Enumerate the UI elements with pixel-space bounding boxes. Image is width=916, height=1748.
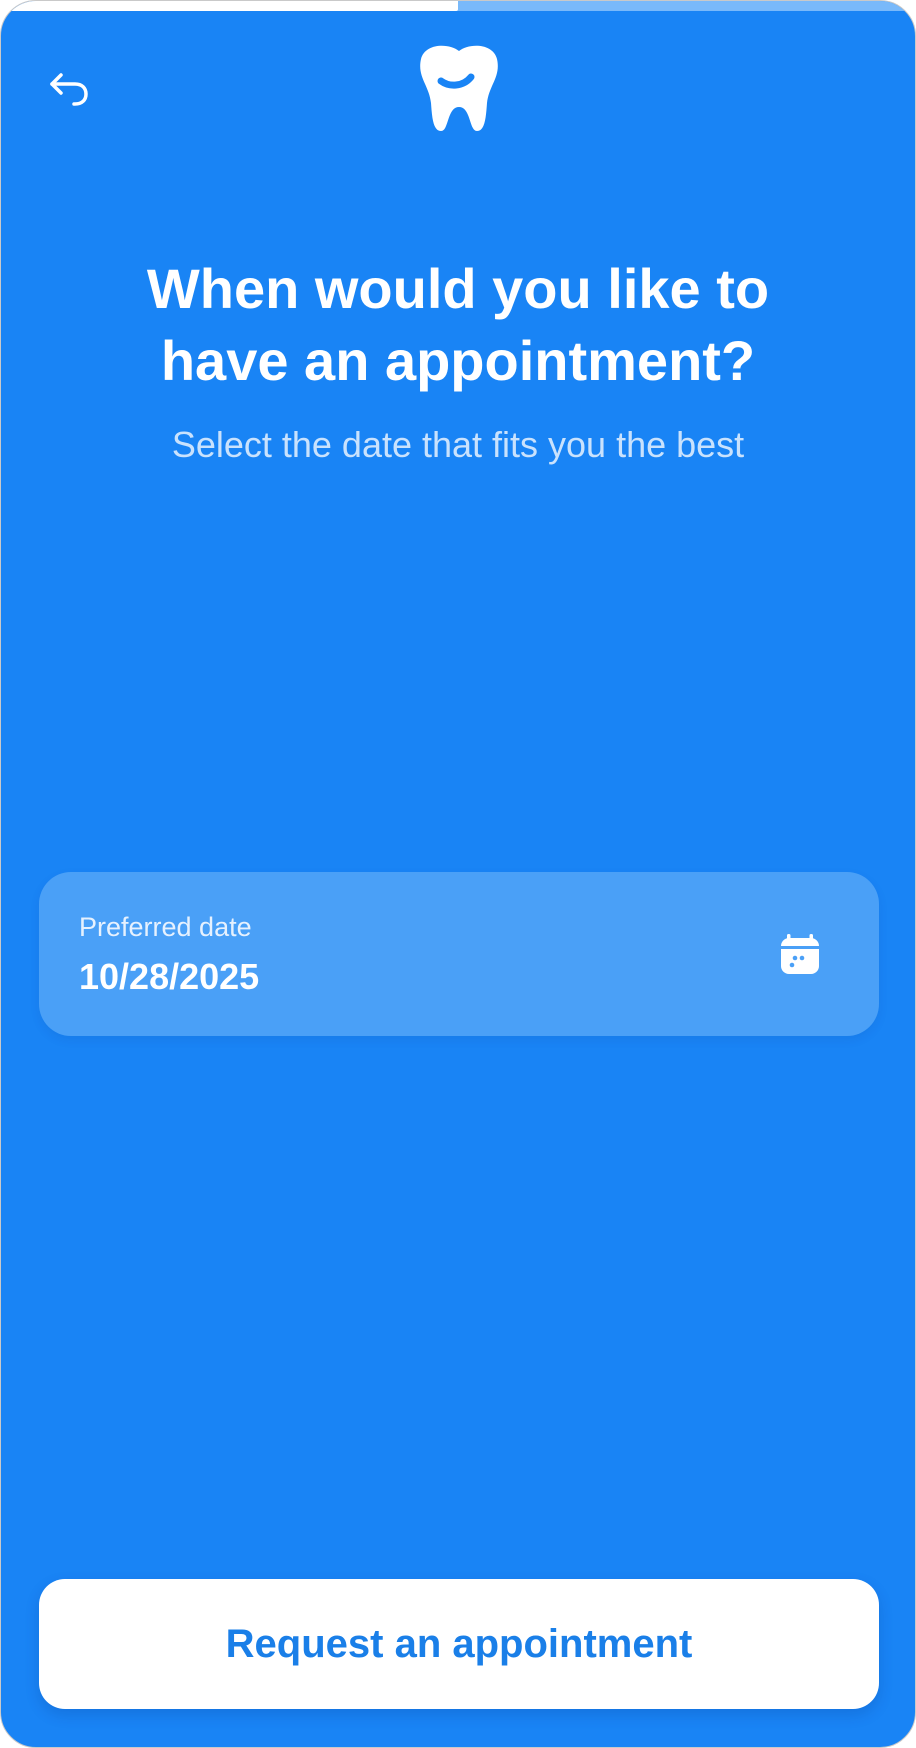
calendar-icon[interactable]: [779, 932, 821, 976]
progress-bar-fill: [1, 1, 458, 11]
progress-bar: [1, 1, 915, 11]
appointment-screen: When would you like to have an appointme…: [0, 0, 916, 1748]
preferred-date-label: Preferred date: [79, 912, 252, 942]
tooth-icon: [420, 45, 498, 132]
page-subtitle: Select the date that fits you the best: [171, 424, 745, 465]
back-arrow-icon: [50, 73, 88, 106]
request-appointment-button[interactable]: Request an appointment: [39, 1579, 879, 1709]
preferred-date-field[interactable]: Preferred date 10/28/2025: [39, 872, 879, 1036]
back-button[interactable]: [43, 63, 95, 115]
preferred-date-value: 10/28/2025: [79, 956, 260, 997]
page-title: When would you like to have an appointme…: [146, 257, 770, 392]
